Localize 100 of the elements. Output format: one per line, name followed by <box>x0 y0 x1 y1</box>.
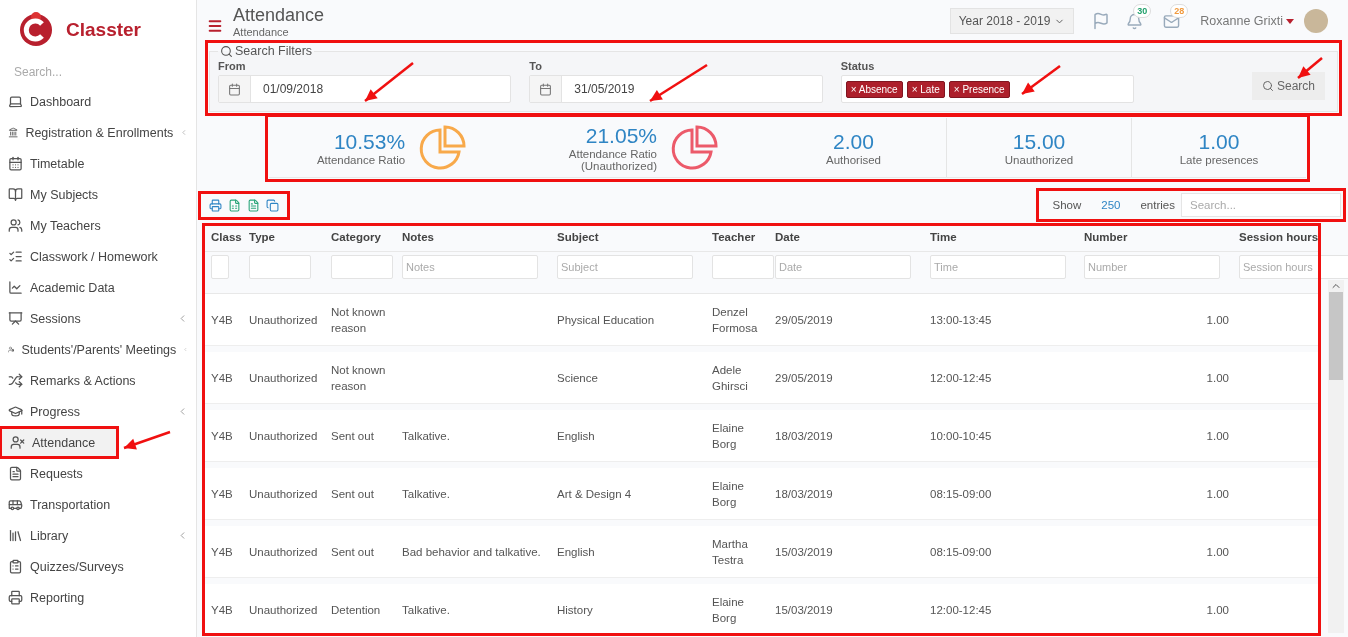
column-header[interactable]: Teacher <box>712 229 775 251</box>
table-cell-text: 15/03/2019 <box>775 544 834 560</box>
graduation-cap-icon <box>8 404 23 419</box>
column-header[interactable]: Class <box>211 229 249 251</box>
table-cell-text: 29/05/2019 <box>775 370 834 386</box>
status-tag[interactable]: × Absence <box>845 80 903 98</box>
brand-name: Classter <box>66 19 141 41</box>
table-cell-text: 12:00-12:45 <box>930 370 993 386</box>
sidebar-item[interactable]: Quizzes/Surveys <box>0 551 196 582</box>
books-icon <box>8 528 23 543</box>
sidebar-item[interactable]: Sessions <box>0 303 196 334</box>
flag-icon[interactable] <box>1092 12 1111 30</box>
column-filter-field[interactable] <box>211 255 229 279</box>
table-cell-text: 12:00-12:45 <box>930 602 993 618</box>
column-header[interactable]: Date <box>775 229 930 251</box>
logo-icon <box>18 11 54 49</box>
print-icon[interactable] <box>209 198 222 212</box>
checklist-icon <box>8 249 23 264</box>
column-filter-field[interactable] <box>249 255 311 279</box>
sidebar-item[interactable]: My Subjects <box>0 179 196 210</box>
table-cell-text: 1.00 <box>1205 428 1230 444</box>
year-dropdown[interactable]: Year 2018 - 2019 <box>949 8 1075 34</box>
bell-icon[interactable] <box>1126 12 1144 30</box>
table-cell-text: Physical Education <box>557 312 656 328</box>
sidebar-item[interactable]: Requests <box>0 458 196 489</box>
table-cell-text: Not known reason <box>331 304 387 336</box>
sidebar-search-field[interactable]: Search... <box>12 64 182 80</box>
table-cell-text: 13:00-13:45 <box>930 312 993 328</box>
show-label: Show <box>1052 199 1082 211</box>
column-filter-field[interactable] <box>712 255 774 279</box>
table-cell-text: Martha Testra <box>712 536 749 568</box>
mail-icon[interactable] <box>1163 12 1181 30</box>
field-label: Status <box>840 60 876 72</box>
status-tag[interactable]: × Presence <box>948 80 1010 98</box>
chevron-left-icon <box>180 127 188 138</box>
sidebar-item[interactable]: Dashboard <box>0 86 196 117</box>
table-cell-text: Unauthorized <box>249 370 319 386</box>
document-icon[interactable] <box>247 198 260 212</box>
table-cell-text: History <box>557 602 594 618</box>
column-filter-field[interactable] <box>331 255 393 279</box>
sidebar-item[interactable]: Timetable <box>0 148 196 179</box>
column-filter-field[interactable]: Time <box>930 255 1066 279</box>
document-icon <box>8 466 23 481</box>
column-filter-field[interactable]: Number <box>1084 255 1220 279</box>
stat-label: Unauthorized <box>1004 153 1074 166</box>
spreadsheet-icon[interactable] <box>228 198 241 212</box>
table-cell-text: 1.00 <box>1205 544 1230 560</box>
user-x-icon <box>10 435 25 450</box>
table-cell-text: Denzel Formosa <box>712 304 759 336</box>
column-filter-field[interactable]: Subject <box>557 255 693 279</box>
table-cell-text: Y4B <box>211 312 234 328</box>
column-filter-field[interactable]: Notes <box>402 255 538 279</box>
user-menu[interactable]: Roxanne Grixti <box>1200 14 1294 28</box>
menu-icon[interactable] <box>207 18 223 34</box>
column-header[interactable]: Type <box>249 229 331 251</box>
column-header[interactable]: Session hours <box>1239 229 1317 251</box>
field-label: From <box>218 60 247 72</box>
column-header[interactable]: Category <box>331 229 402 251</box>
sidebar-item[interactable]: Registration & Enrollments <box>0 117 196 148</box>
sidebar-item[interactable]: My Teachers <box>0 210 196 241</box>
table-cell-text: Adele Ghirsci <box>712 362 749 394</box>
table-cell-text: 18/03/2019 <box>775 486 834 502</box>
search-icon <box>1262 80 1274 92</box>
status-field[interactable]: × Absence × Late × Presence <box>840 75 1134 103</box>
sidebar-item[interactable]: Progress <box>0 396 196 427</box>
sidebar-item[interactable]: Library <box>0 520 196 551</box>
sidebar-item[interactable]: Attendance <box>0 427 118 458</box>
sidebar-item[interactable]: Classwork / Homework <box>0 241 196 272</box>
sidebar-item[interactable]: Reporting <box>0 582 196 613</box>
table-cell-text: 18/03/2019 <box>775 428 834 444</box>
copy-icon[interactable] <box>266 198 279 212</box>
column-header[interactable]: Time <box>930 229 1084 251</box>
page-title: Attendance <box>233 4 326 26</box>
table-cell-text: Y4B <box>211 428 234 444</box>
avatar <box>1304 9 1328 33</box>
table-cell-text: 08:15-09:00 <box>930 486 993 502</box>
table-cell-text: 10:00-10:45 <box>930 428 993 444</box>
column-filter-field[interactable]: Date <box>775 255 911 279</box>
stat-value: 1.00 <box>1198 129 1240 154</box>
status-tag[interactable]: × Late <box>906 80 945 98</box>
table-cell-text: Elaine Borg <box>712 478 745 510</box>
sidebar-item[interactable]: Academic Data <box>0 272 196 303</box>
table-cell-text: Unauthorized <box>249 602 319 618</box>
table-cell-text: Unauthorized <box>249 486 319 502</box>
scrollbar-thumb[interactable] <box>1329 292 1343 380</box>
table-cell-text: Unauthorized <box>249 544 319 560</box>
column-header[interactable]: Number <box>1084 229 1239 251</box>
stat-value: 21.05% <box>585 123 657 148</box>
table-cell-text: Art & Design 4 <box>557 486 633 502</box>
column-filter-field[interactable]: Session hours <box>1239 255 1348 279</box>
table-cell-text: Elaine Borg <box>712 594 745 626</box>
sidebar-item[interactable]: Remarks & Actions <box>0 365 196 396</box>
page-size-link[interactable]: 250 <box>1101 199 1121 211</box>
column-header[interactable]: Notes <box>402 229 557 251</box>
sidebar-item[interactable]: Students'/Parents' Meetings <box>0 334 196 365</box>
table-search-field[interactable]: Search... <box>1181 193 1341 217</box>
column-header[interactable]: Subject <box>557 229 712 251</box>
table-cell-text: 08:15-09:00 <box>930 544 993 560</box>
search-button[interactable]: Search <box>1252 72 1325 100</box>
sidebar-item[interactable]: Transportation <box>0 489 196 520</box>
